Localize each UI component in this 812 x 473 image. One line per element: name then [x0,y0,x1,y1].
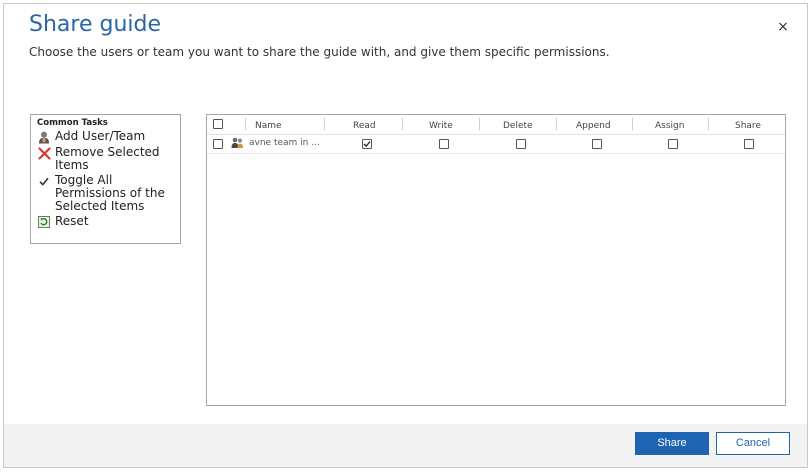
common-tasks-header: Common Tasks [37,118,108,128]
grid-header: Name Read Write Delete Append Assign Sha… [207,115,785,135]
column-separator [708,118,709,130]
red-x-icon [37,146,51,160]
append-checkbox[interactable] [592,139,602,149]
dialog-title: Share guide [29,12,161,37]
remove-selected-items-label: Remove Selected Items [55,145,160,172]
column-header-read[interactable]: Read [353,121,376,131]
write-checkbox[interactable] [439,139,449,149]
share-checkbox[interactable] [744,139,754,149]
add-user-team-task[interactable]: Add User/Team [31,130,180,144]
column-header-name[interactable]: Name [255,121,282,131]
checkmark-icon [37,174,51,188]
column-header-write[interactable]: Write [429,121,453,131]
dialog-subtitle: Choose the users or team you want to sha… [29,45,610,59]
permissions-grid: Name Read Write Delete Append Assign Sha… [206,114,786,406]
checkmark-icon [363,141,371,148]
column-separator [245,118,246,130]
table-row[interactable]: avne team in ... [207,135,785,154]
column-separator [632,118,633,130]
column-separator [402,118,403,130]
toggle-all-permissions-task[interactable]: Toggle All Permissions of the Selected I… [31,174,180,213]
reset-task[interactable]: Reset [31,215,180,229]
cancel-button[interactable]: Cancel [716,432,790,455]
common-tasks-panel: Common Tasks Add User/Team Remove Select… [30,114,181,244]
share-button[interactable]: Share [635,432,709,455]
row-select-checkbox[interactable] [213,139,223,149]
column-header-assign[interactable]: Assign [655,121,684,131]
add-user-team-label: Add User/Team [55,129,146,143]
toggle-all-permissions-label: Toggle All Permissions of the Selected I… [55,173,165,213]
select-all-checkbox[interactable] [213,119,223,129]
share-dialog: Share guide Choose the users or team you… [3,3,808,468]
remove-selected-items-task[interactable]: Remove Selected Items [31,146,180,172]
column-header-share[interactable]: Share [735,121,761,131]
column-header-delete[interactable]: Delete [503,121,533,131]
column-separator [324,118,325,130]
reset-label: Reset [55,214,89,228]
column-separator [479,118,480,130]
assign-checkbox[interactable] [668,139,678,149]
column-header-append[interactable]: Append [576,121,611,131]
team-icon [231,137,244,152]
delete-checkbox[interactable] [516,139,526,149]
close-icon[interactable]: × [776,20,790,34]
row-name: avne team in ... [249,138,320,148]
user-icon [37,130,51,144]
reset-icon [37,215,51,229]
column-separator [556,118,557,130]
read-checkbox[interactable] [362,139,372,149]
